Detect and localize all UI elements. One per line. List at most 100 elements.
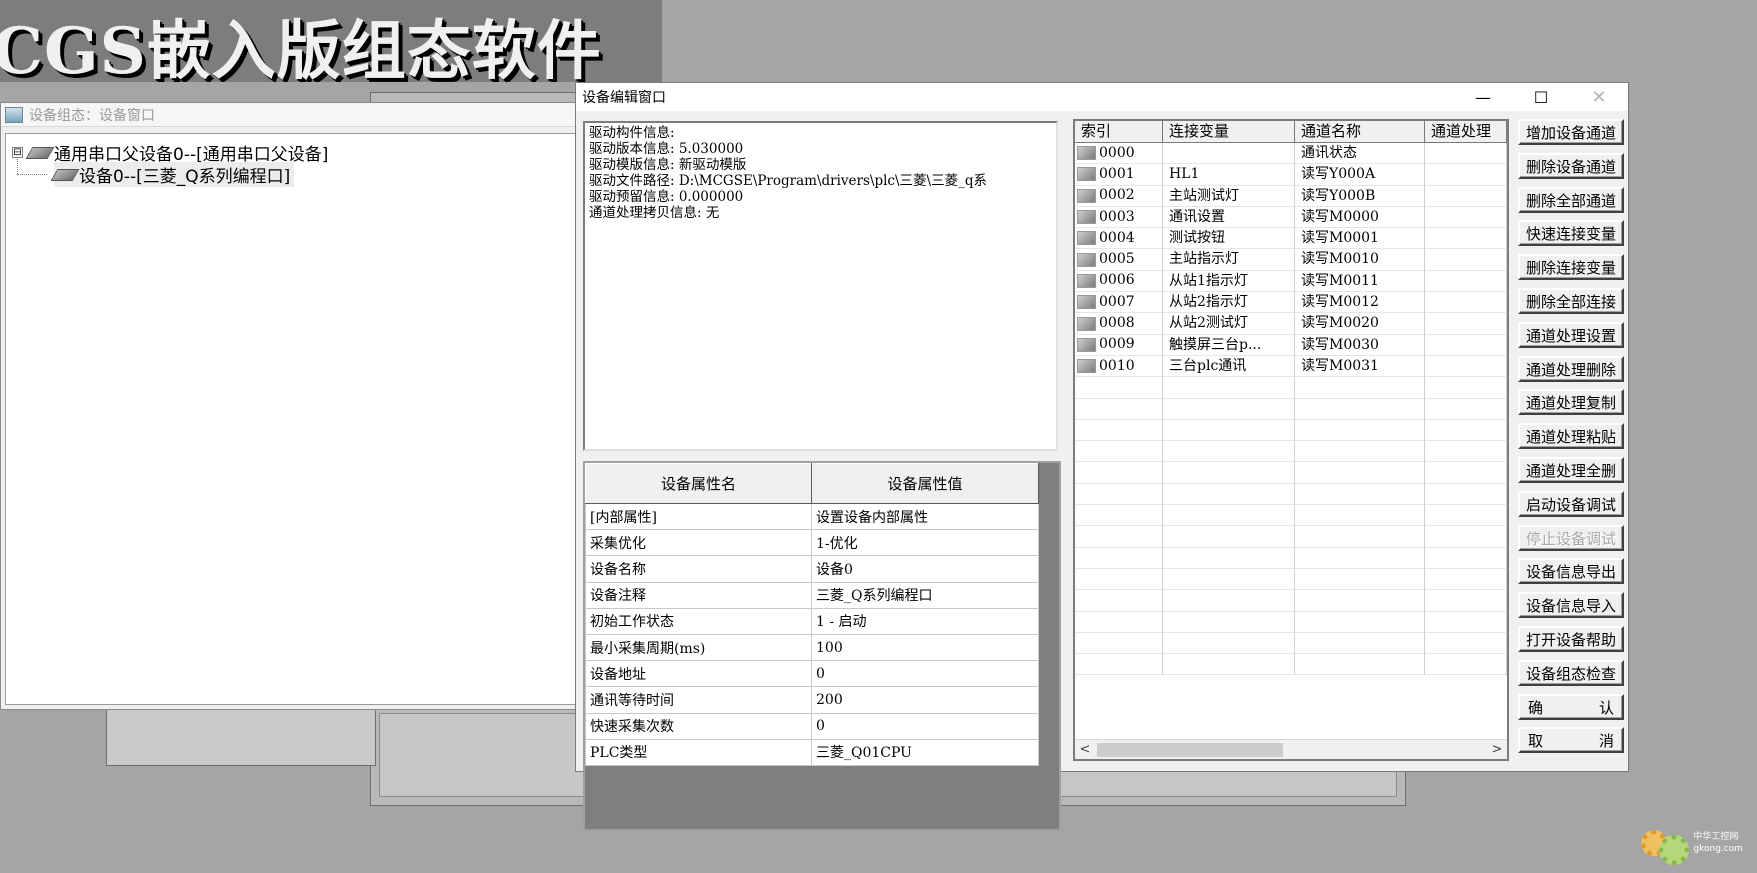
property-value[interactable]: 设备0 <box>811 555 1039 583</box>
empty-row[interactable] <box>1075 526 1507 548</box>
channel-processing-copy-button[interactable]: 通道处理复制 <box>1518 389 1624 416</box>
table-row[interactable]: 最小采集周期(ms) 100 <box>585 633 1039 662</box>
table-row[interactable]: 0009 触摸屏三台p... 读写M0030 <box>1075 334 1507 356</box>
column-header-index[interactable]: 索引 <box>1075 121 1163 143</box>
channel-processing-paste-button[interactable]: 通道处理粘贴 <box>1518 423 1624 450</box>
table-row[interactable]: PLC类型 三菱_Q01CPU <box>585 738 1039 766</box>
scrollbar-thumb[interactable] <box>1097 743 1283 757</box>
column-header-channel-name[interactable]: 通道名称 <box>1295 121 1425 143</box>
empty-row[interactable] <box>1075 398 1507 420</box>
channel-index <box>1075 654 1163 676</box>
property-value[interactable]: 三菱_Q01CPU <box>811 738 1039 766</box>
channel-index: 0001 <box>1075 164 1163 186</box>
start-device-debug-button[interactable]: 启动设备调试 <box>1518 490 1624 517</box>
close-icon[interactable]: ✕ <box>1570 83 1628 111</box>
table-row[interactable]: 初始工作状态 1 - 启动 <box>585 607 1039 635</box>
table-row[interactable]: 0002 主站测试灯 读写Y000B <box>1075 185 1507 207</box>
device-window-title: 设备组态：设备窗口 <box>29 107 155 124</box>
empty-row[interactable] <box>1075 377 1507 399</box>
empty-row[interactable] <box>1075 419 1507 442</box>
empty-row[interactable] <box>1075 441 1507 463</box>
stop-device-debug-button[interactable]: 停止设备调试 <box>1518 524 1624 551</box>
table-row[interactable]: 0010 三台plc通讯 读写M0031 <box>1075 355 1507 378</box>
table-row[interactable]: 0008 从站2测试灯 读写M0020 <box>1075 313 1507 335</box>
property-value[interactable]: 三菱_Q系列编程口 <box>811 581 1039 609</box>
property-value[interactable]: 100 <box>811 633 1039 662</box>
open-device-help-button[interactable]: 打开设备帮助 <box>1518 625 1624 652</box>
empty-row[interactable] <box>1075 632 1507 655</box>
delete-all-links-button[interactable]: 删除全部连接 <box>1518 287 1624 314</box>
info-line: 驱动构件信息: <box>589 125 675 141</box>
info-line: 驱动文件路径: D:\MCGSE\Program\drivers\plc\三菱\… <box>589 173 987 189</box>
confirm-button[interactable]: 确 认 <box>1518 693 1624 720</box>
channel-processing-settings-button[interactable]: 通道处理设置 <box>1518 321 1624 348</box>
empty-row[interactable] <box>1075 590 1507 612</box>
table-row[interactable]: 0004 测试按钮 读写M0001 <box>1075 228 1507 250</box>
table-row[interactable]: 快速采集次数 0 <box>585 712 1039 740</box>
collapse-icon[interactable]: ⊟ <box>12 147 23 158</box>
delete-all-channels-button[interactable]: 删除全部通道 <box>1518 186 1624 213</box>
channel-processing <box>1425 398 1507 420</box>
cancel-button[interactable]: 取 消 <box>1518 727 1624 754</box>
column-header-channel-processing[interactable]: 通道处理 <box>1425 121 1507 143</box>
channel-processing <box>1425 419 1507 442</box>
empty-row[interactable] <box>1075 611 1507 633</box>
column-header-linked-variable[interactable]: 连接变量 <box>1163 121 1295 143</box>
tree-item-label: 设备0--[三菱_Q系列编程口] <box>79 167 291 187</box>
table-row[interactable]: 设备注释 三菱_Q系列编程口 <box>585 581 1039 609</box>
table-row[interactable]: 设备地址 0 <box>585 660 1039 688</box>
table-row[interactable]: 0001 HL1 读写Y000A <box>1075 164 1507 186</box>
scroll-left-icon[interactable]: < <box>1075 740 1095 760</box>
channel-index <box>1075 611 1163 633</box>
quick-link-variable-button[interactable]: 快速连接变量 <box>1518 220 1624 247</box>
add-channel-button[interactable]: 增加设备通道 <box>1518 119 1624 145</box>
empty-row[interactable] <box>1075 568 1507 591</box>
property-value[interactable]: 1 - 启动 <box>811 607 1039 635</box>
channel-index-text: 0000 <box>1099 144 1135 161</box>
channel-processing-delete-all-button[interactable]: 通道处理全删 <box>1518 456 1624 483</box>
device-config-check-button[interactable]: 设备组态检查 <box>1518 659 1624 686</box>
property-value[interactable]: 0 <box>811 712 1039 740</box>
table-row[interactable]: 0003 通讯设置 读写M0000 <box>1075 206 1507 229</box>
export-device-info-button[interactable]: 设备信息导出 <box>1518 558 1624 585</box>
channel-processing-delete-button[interactable]: 通道处理删除 <box>1518 355 1624 382</box>
device-window-titlebar[interactable]: 设备组态：设备窗口 <box>1 103 599 127</box>
table-row[interactable]: 设备名称 设备0 <box>585 555 1039 583</box>
column-header-property-name[interactable]: 设备属性名 <box>585 463 812 504</box>
driver-info-box[interactable]: 驱动构件信息: 驱动版本信息: 5.030000 驱动模版信息: 新驱动模版 驱… <box>583 121 1058 451</box>
table-row[interactable]: 0006 从站1指示灯 读写M0011 <box>1075 270 1507 293</box>
property-value[interactable]: 设置设备内部属性 <box>811 502 1039 531</box>
import-device-info-button[interactable]: 设备信息导入 <box>1518 592 1624 619</box>
minimize-icon[interactable]: — <box>1454 83 1512 111</box>
empty-row[interactable] <box>1075 483 1507 506</box>
channel-index-text: 0001 <box>1099 165 1135 182</box>
delete-channel-button[interactable]: 删除设备通道 <box>1518 152 1624 179</box>
column-header-property-value[interactable]: 设备属性值 <box>811 463 1039 504</box>
empty-row[interactable] <box>1075 462 1507 484</box>
linked-variable: 从站2指示灯 <box>1163 292 1295 314</box>
empty-row[interactable] <box>1075 505 1507 527</box>
table-row[interactable]: [内部属性] 设置设备内部属性 <box>585 502 1039 531</box>
table-row[interactable]: 0007 从站2指示灯 读写M0012 <box>1075 292 1507 314</box>
editor-titlebar[interactable]: 设备编辑窗口 — ☐ ✕ <box>576 83 1628 111</box>
channel-index <box>1075 377 1163 399</box>
property-value[interactable]: 200 <box>811 686 1039 714</box>
delete-link-variable-button[interactable]: 删除连接变量 <box>1518 254 1624 281</box>
table-row[interactable]: 采集优化 1-优化 <box>585 529 1039 557</box>
maximize-icon[interactable]: ☐ <box>1512 83 1570 111</box>
property-value[interactable]: 0 <box>811 660 1039 688</box>
table-row[interactable]: 通讯等待时间 200 <box>585 686 1039 714</box>
empty-row[interactable] <box>1075 654 1507 676</box>
empty-row[interactable] <box>1075 547 1507 569</box>
table-row[interactable]: 0005 主站指示灯 读写M0010 <box>1075 249 1507 271</box>
tree-item-device0[interactable]: 设备0--[三菱_Q系列编程口] <box>50 162 295 187</box>
horizontal-scrollbar[interactable]: < > <box>1075 739 1507 759</box>
property-name: 最小采集周期(ms) <box>585 633 812 662</box>
channel-processing <box>1425 654 1507 676</box>
channel-index <box>1075 505 1163 527</box>
channel-list: 索引 连接变量 通道名称 通道处理 0000 通讯状态 0001 HL1 读写Y000A… <box>1073 119 1509 761</box>
table-row[interactable]: 0000 通讯状态 <box>1075 143 1507 165</box>
scroll-right-icon[interactable]: > <box>1487 740 1507 760</box>
property-value[interactable]: 1-优化 <box>811 529 1039 557</box>
channel-name: 读写Y000A <box>1295 164 1425 186</box>
